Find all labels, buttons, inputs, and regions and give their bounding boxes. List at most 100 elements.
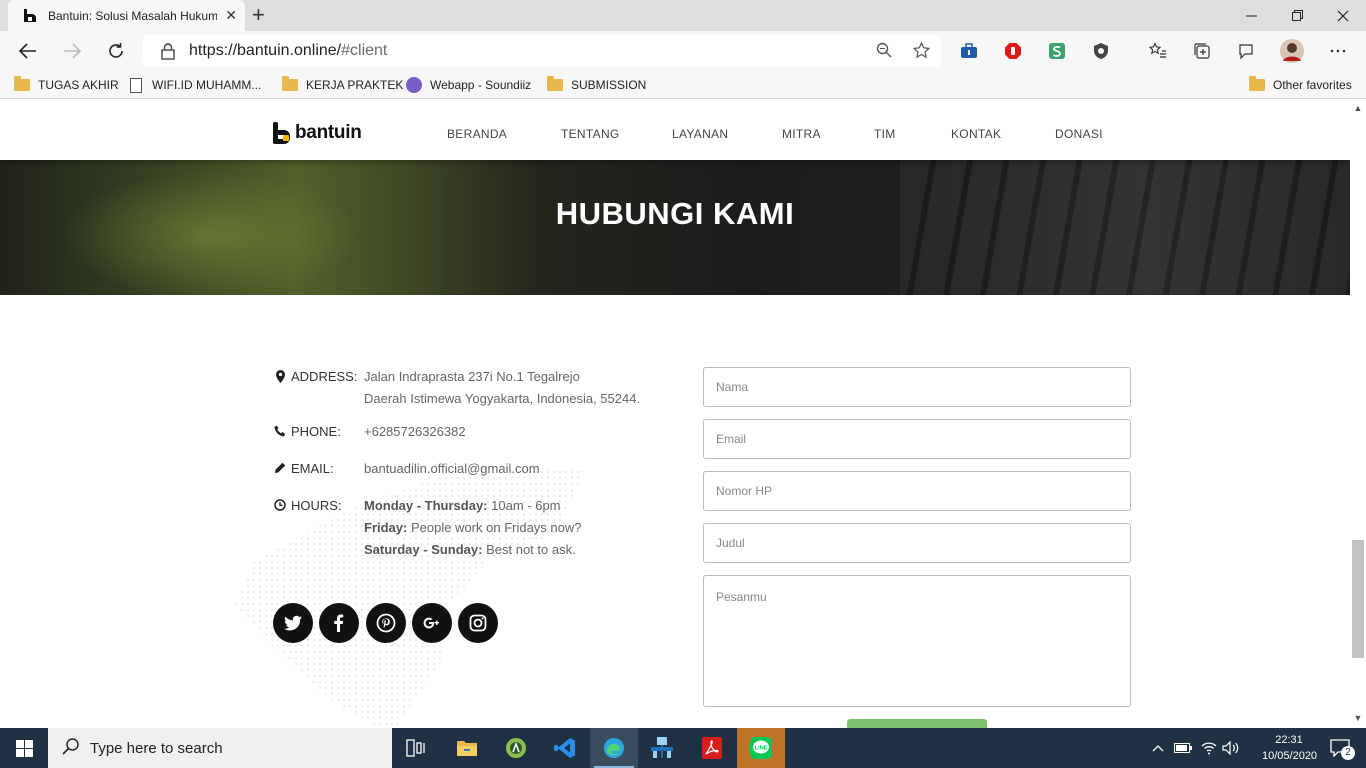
nav-beranda[interactable]: BERANDA (447, 127, 507, 141)
extension-3-button[interactable] (1045, 39, 1069, 63)
hours-value: Monday - Thursday: 10am - 6pm Friday: Pe… (364, 495, 582, 561)
favorite-label: TUGAS AKHIR (38, 78, 119, 92)
scroll-down-arrow-icon[interactable]: ▼ (1350, 713, 1366, 723)
vscode-button[interactable] (541, 728, 589, 768)
feedback-icon (1239, 44, 1253, 60)
favorite-tugas-akhir[interactable]: TUGAS AKHIR (14, 76, 119, 94)
favorites-bar: TUGAS AKHIR WIFI.ID MUHAMM... KERJA PRAK… (0, 71, 1366, 99)
other-favorites[interactable]: Other favorites (1249, 76, 1352, 94)
battery-status[interactable] (1172, 728, 1194, 768)
file-explorer-button[interactable] (443, 728, 491, 768)
adblock-extension-icon (1005, 43, 1021, 59)
email-field[interactable]: Email (703, 419, 1131, 459)
restore-button[interactable] (1274, 0, 1320, 31)
android-studio-button[interactable] (492, 728, 540, 768)
favorite-submission[interactable]: SUBMISSION (547, 76, 646, 94)
url-text: https://bantuin.online/#client (189, 42, 387, 60)
edge-icon (604, 738, 624, 758)
pinterest-button[interactable] (366, 603, 406, 643)
acrobat-reader-button[interactable] (688, 728, 736, 768)
nav-tim[interactable]: TIM (874, 127, 896, 141)
browser-tab[interactable]: Bantuin: Solusi Masalah Hukumnya ✕ (8, 0, 245, 31)
profile-avatar[interactable] (1279, 38, 1305, 64)
bantuin-favicon-icon (22, 8, 38, 24)
extension-1-button[interactable] (957, 39, 981, 63)
nav-mitra[interactable]: MITRA (782, 127, 821, 141)
network-app-button[interactable] (638, 728, 686, 768)
refresh-button[interactable] (102, 39, 130, 63)
facebook-button[interactable] (319, 603, 359, 643)
zoom-button[interactable] (871, 37, 897, 63)
email-row: EMAIL: bantuadilin.official@gmail.com (273, 458, 540, 480)
star-icon (912, 41, 930, 58)
phone-icon (273, 425, 287, 437)
url-domain: https://bantuin.online/ (189, 42, 342, 59)
scrollbar-thumb[interactable] (1352, 540, 1364, 658)
name-field[interactable]: Nama (703, 367, 1131, 407)
windows-taskbar: Type here to search LINE 22:31 10/05/202… (0, 728, 1366, 768)
address-line-1: Jalan Indraprasta 237i No.1 Tegalrejo (364, 369, 580, 384)
subject-field[interactable]: Judul (703, 523, 1131, 563)
shield-extension-icon (1094, 43, 1108, 59)
system-clock[interactable]: 22:31 10/05/2020 (1262, 732, 1317, 764)
toolbox-extension-icon (961, 43, 977, 58)
favorite-star-button[interactable] (908, 37, 934, 63)
bantuin-logo-icon (273, 122, 291, 144)
page-viewport: bantuin BERANDA TENTANG LAYANAN MITRA TI… (0, 100, 1350, 728)
extension-2-button[interactable] (1001, 39, 1025, 63)
brand-name: bantuin (295, 122, 362, 143)
show-hidden-icons-button[interactable] (1148, 728, 1168, 768)
url-field[interactable]: https://bantuin.online/#client (143, 35, 941, 67)
message-textarea[interactable]: Pesanmu (703, 575, 1131, 707)
email-value[interactable]: bantuadilin.official@gmail.com (364, 458, 540, 480)
tab-close-icon[interactable]: ✕ (225, 7, 237, 24)
forward-button[interactable] (58, 39, 86, 63)
feedback-button[interactable] (1234, 39, 1258, 63)
map-marker-icon (273, 370, 287, 383)
nav-kontak[interactable]: KONTAK (951, 127, 1001, 141)
scroll-up-arrow-icon[interactable]: ▲ (1350, 103, 1366, 113)
phone-number-field[interactable]: Nomor HP (703, 471, 1131, 511)
new-tab-button[interactable]: + (252, 4, 265, 26)
favorite-soundiiz[interactable]: Webapp - Soundiiz (406, 76, 531, 94)
volume-control[interactable] (1220, 728, 1242, 768)
site-header: bantuin BERANDA TENTANG LAYANAN MITRA TI… (0, 100, 1350, 160)
page-scrollbar[interactable]: ▲ ▼ (1350, 100, 1366, 728)
twitter-button[interactable] (273, 603, 313, 643)
wifi-status[interactable] (1198, 728, 1220, 768)
pdf-reader-icon (702, 737, 722, 759)
nav-layanan[interactable]: LAYANAN (672, 127, 728, 141)
task-view-button[interactable] (392, 728, 440, 768)
taskbar-search[interactable]: Type here to search (48, 728, 392, 768)
address-line-2: Daerah Istimewa Yogyakarta, Indonesia, 5… (364, 391, 641, 406)
extension-4-button[interactable] (1089, 39, 1113, 63)
collections-button[interactable] (1190, 39, 1214, 63)
favorite-label: SUBMISSION (571, 78, 647, 92)
action-center-button[interactable]: 2 (1322, 728, 1358, 768)
start-button[interactable] (0, 728, 48, 768)
speaker-icon (1222, 741, 1239, 755)
nav-tentang[interactable]: TENTANG (561, 127, 620, 141)
edge-browser-button[interactable] (590, 728, 638, 768)
favorites-list-icon (1149, 42, 1166, 58)
chevron-up-icon (1152, 745, 1164, 752)
close-window-button[interactable] (1320, 0, 1366, 31)
network-tool-icon (651, 737, 673, 758)
minimize-button[interactable] (1228, 0, 1274, 31)
site-logo[interactable]: bantuin (273, 122, 362, 144)
hours-label: HOURS: (273, 495, 364, 561)
back-button[interactable] (14, 39, 42, 63)
email-label: EMAIL: (273, 458, 364, 480)
pinterest-icon (376, 613, 396, 633)
google-plus-button[interactable] (412, 603, 452, 643)
line-messenger-button[interactable]: LINE (737, 728, 785, 768)
folder-icon (282, 76, 298, 91)
send-button[interactable] (847, 719, 987, 728)
nav-donasi[interactable]: DONASI (1055, 127, 1103, 141)
favorite-kerja-praktek[interactable]: KERJA PRAKTEK (282, 76, 403, 94)
favorites-hub-button[interactable] (1146, 39, 1170, 63)
settings-menu-button[interactable] (1326, 39, 1350, 63)
favorite-wifi-id[interactable]: WIFI.ID MUHAMM... (130, 76, 261, 94)
address-label: ADDRESS: (273, 366, 364, 410)
instagram-button[interactable] (458, 603, 498, 643)
